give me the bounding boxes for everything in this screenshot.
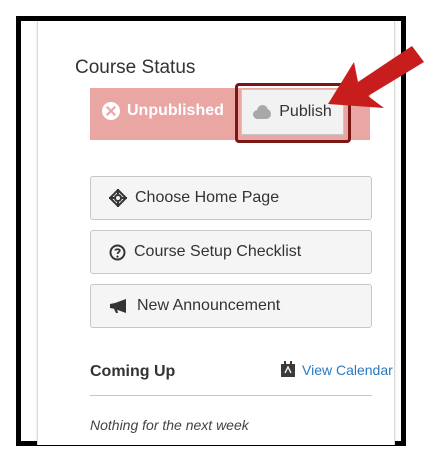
calendar-icon [281, 361, 295, 377]
unpublished-label: Unpublished [127, 102, 224, 119]
red-arrow-annotation [328, 46, 424, 108]
choose-home-page-label: Choose Home Page [135, 189, 280, 206]
choose-home-page-button[interactable]: Choose Home Page [90, 176, 372, 220]
view-calendar-link[interactable]: View Calendar [280, 361, 393, 378]
coming-up-heading: Coming Up [90, 363, 176, 380]
new-announcement-label: New Announcement [137, 297, 281, 314]
course-setup-checklist-button[interactable]: Course Setup Checklist [90, 230, 372, 274]
coming-up-divider [90, 395, 372, 396]
question-circle-icon [109, 244, 126, 260]
course-setup-checklist-label: Course Setup Checklist [134, 243, 302, 260]
coming-up-empty-message: Nothing for the next week [90, 417, 249, 433]
x-circle-icon [102, 102, 120, 120]
new-announcement-button[interactable]: New Announcement [90, 284, 372, 328]
course-status-heading: Course Status [75, 57, 196, 78]
crosshair-icon [109, 189, 127, 207]
view-calendar-label: View Calendar [302, 361, 393, 378]
cloud-icon [253, 105, 272, 119]
megaphone-icon [110, 299, 126, 313]
unpublished-button[interactable]: Unpublished [102, 102, 224, 120]
